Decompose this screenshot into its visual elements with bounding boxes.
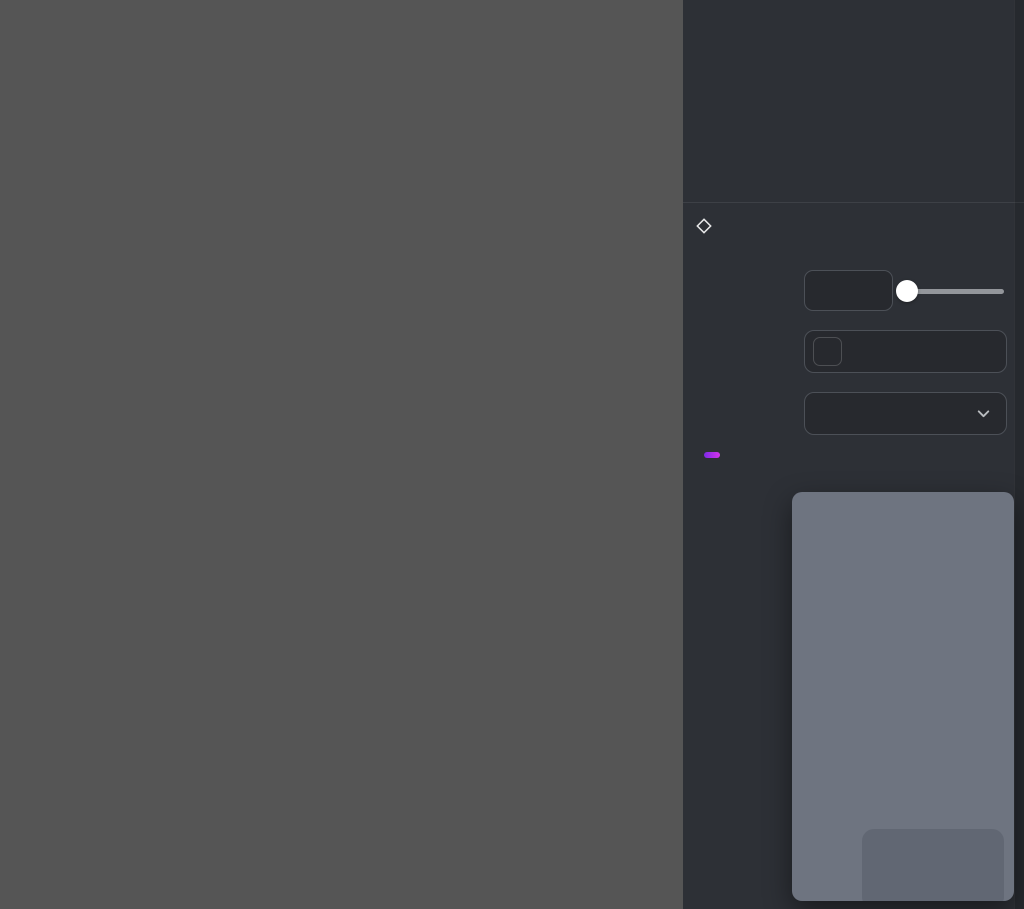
texture-section-header (695, 452, 720, 458)
diamond-icon (695, 217, 713, 235)
isometric-select[interactable] (804, 392, 1007, 435)
panel-scrollbar[interactable] (1014, 0, 1024, 909)
slider-knob[interactable] (896, 280, 918, 302)
colour-picker-field[interactable] (804, 330, 1007, 373)
texture-preview-grid[interactable] (0, 0, 683, 909)
background-section-header (695, 217, 721, 235)
texture-dropdown-menu (792, 492, 1014, 901)
app-root (0, 0, 1024, 909)
add-layer-button[interactable] (1004, 2, 1008, 6)
right-panel (683, 0, 1024, 909)
opacity-slider[interactable] (907, 270, 1006, 311)
opacity-input[interactable] (804, 270, 893, 311)
chevron-down-icon (975, 405, 992, 422)
slider-track (909, 289, 1004, 294)
panel-divider (683, 202, 1024, 203)
colour-swatch[interactable] (813, 337, 842, 366)
obscured-ui-element (862, 829, 1004, 901)
pro-badge (704, 452, 720, 458)
